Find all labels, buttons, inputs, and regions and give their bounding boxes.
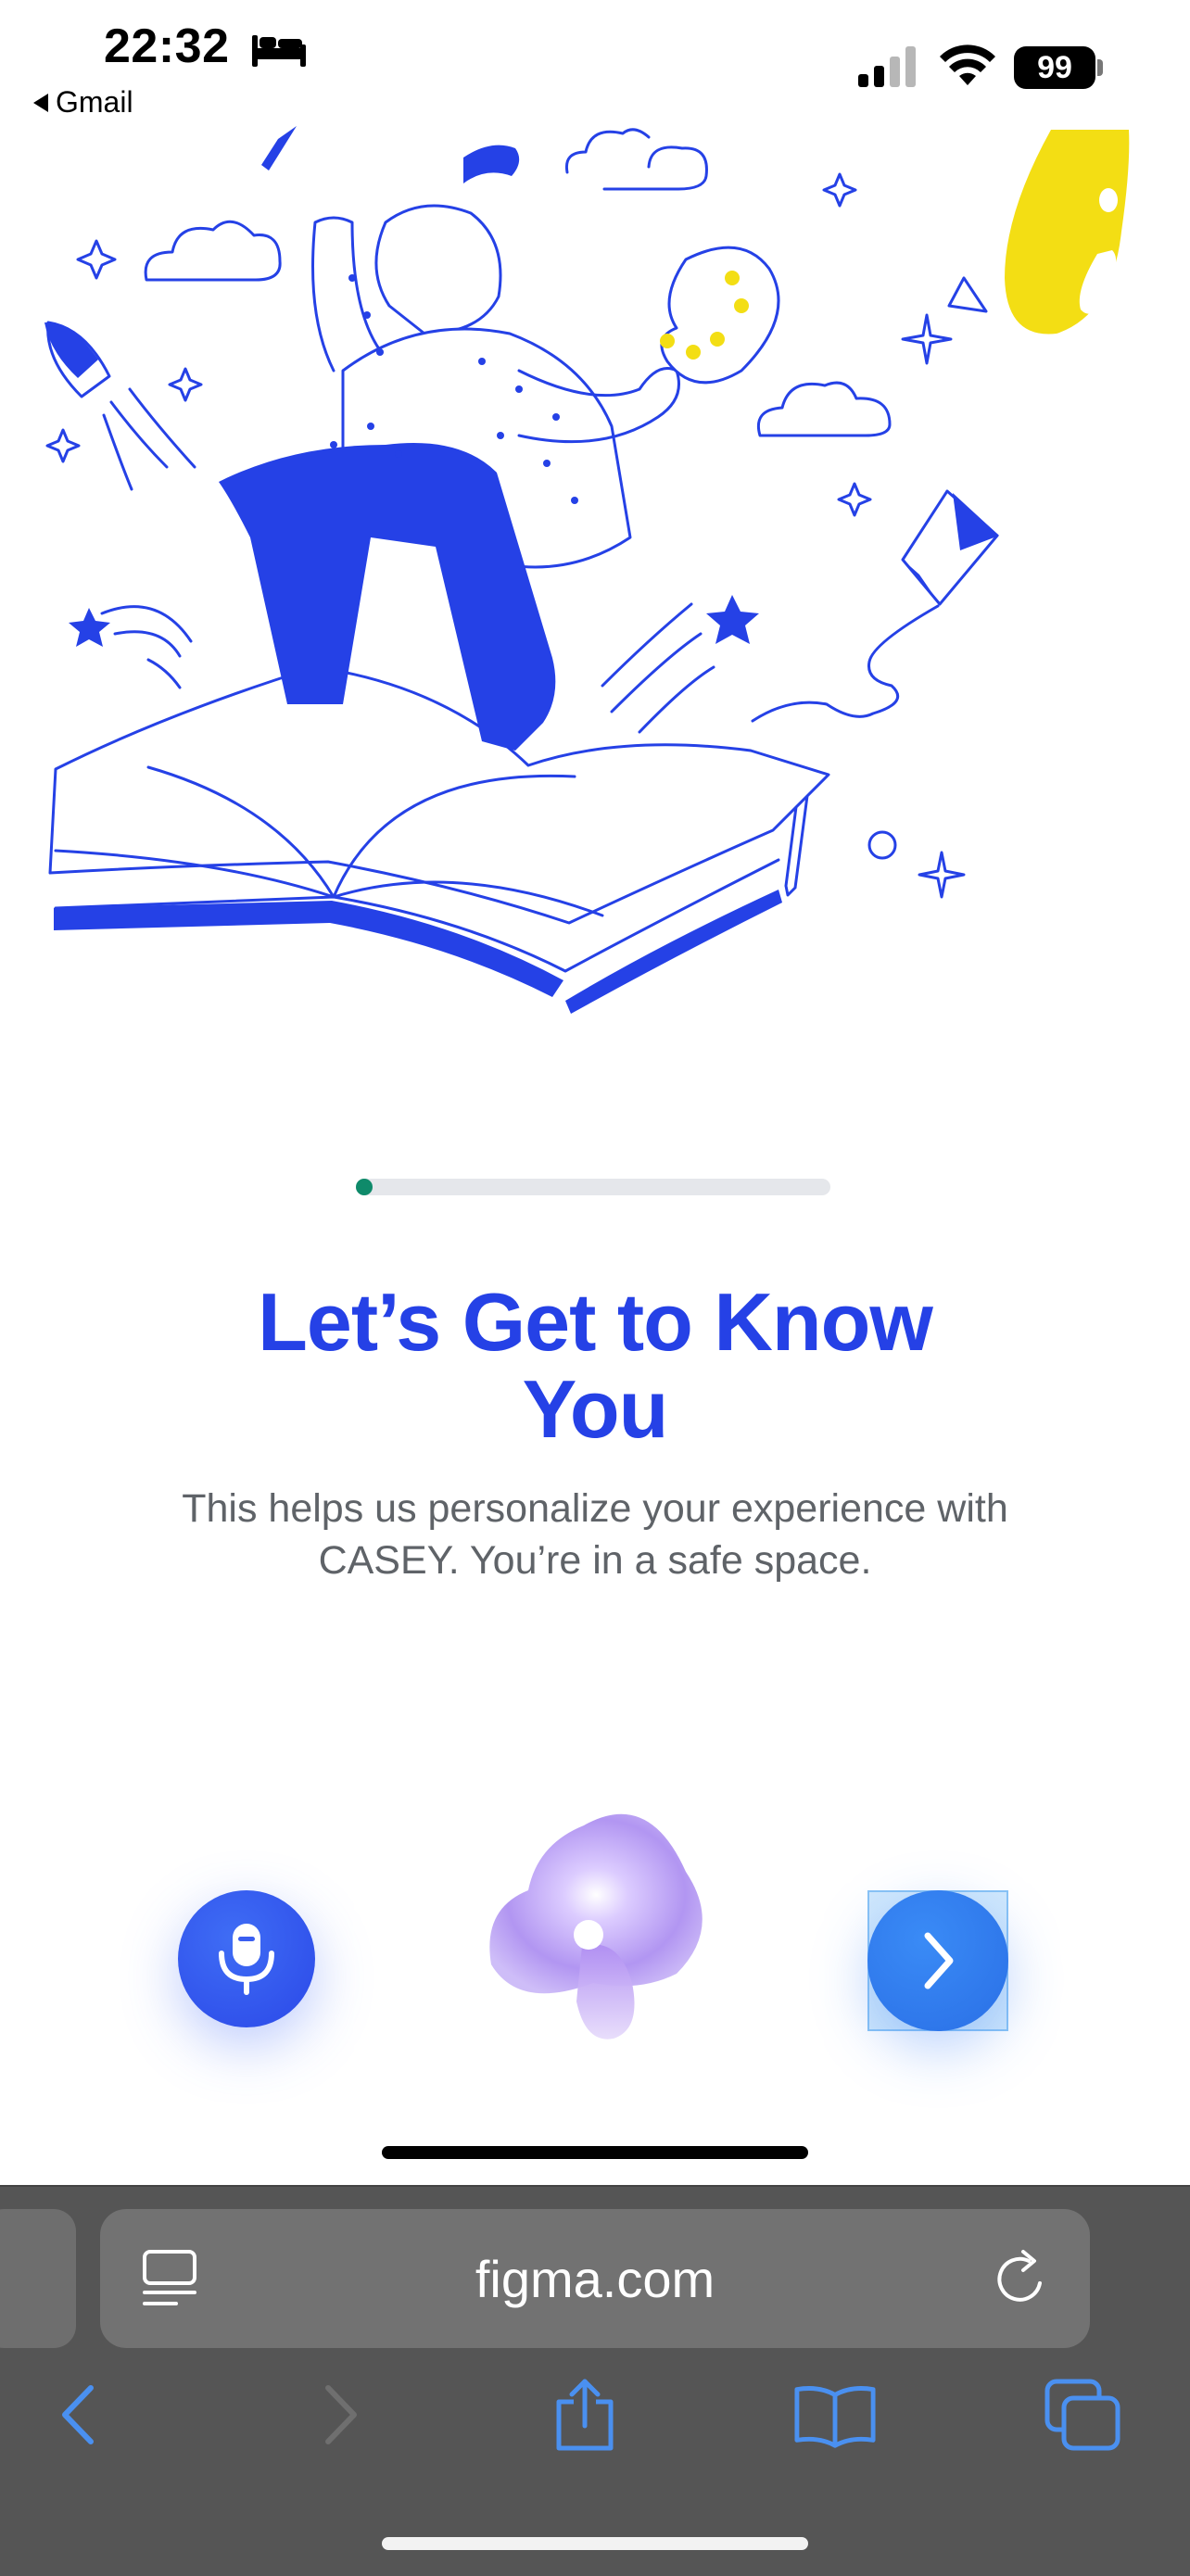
book-icon [794, 2386, 876, 2448]
next-button[interactable] [867, 1890, 1008, 2031]
battery-nub [1097, 59, 1103, 76]
share-button[interactable] [543, 2378, 627, 2452]
page-title: Let’s Get to Know You [132, 1279, 1058, 1453]
yellow-blob [1005, 130, 1130, 335]
subtitle-line-2: CASEY. You’re in a safe space. [318, 1538, 872, 1583]
status-time: 22:32 [104, 19, 230, 73]
page-menu-icon[interactable] [139, 2246, 200, 2311]
previous-tab-preview[interactable] [0, 2209, 76, 2348]
tabs-icon [1044, 2379, 1120, 2451]
chevron-right-icon [924, 1932, 954, 1989]
share-icon [556, 2379, 614, 2451]
home-indicator [382, 2537, 808, 2550]
progress-fill [356, 1179, 373, 1195]
subtitle-line-1: This helps us personalize your experienc… [182, 1486, 1008, 1531]
tabs-button[interactable] [1042, 2378, 1125, 2452]
cloud-shape [757, 381, 892, 437]
back-nav-button[interactable] [37, 2378, 120, 2452]
bookmarks-button[interactable] [793, 2378, 877, 2452]
title-line-2: You [522, 1363, 669, 1455]
onboarding-progress-bar [356, 1179, 830, 1195]
bed-icon [252, 35, 306, 67]
page-subtitle: This helps us personalize your experienc… [93, 1483, 1097, 1586]
forward-nav-button[interactable] [298, 2378, 382, 2452]
chevron-right-disabled-icon [325, 2385, 357, 2444]
back-app-label: Gmail [56, 85, 133, 119]
content-home-indicator [382, 2146, 808, 2159]
address-url[interactable]: figma.com [100, 2209, 1090, 2348]
cloud-shape [144, 220, 282, 282]
wifi-icon [940, 44, 995, 85]
microphone-icon [219, 1924, 274, 1995]
back-triangle-icon [33, 93, 48, 112]
signal-icon [858, 46, 916, 87]
casey-orb-icon [489, 1813, 703, 2039]
battery-indicator: 99 [1014, 46, 1095, 89]
back-to-app-link[interactable]: Gmail [33, 85, 133, 120]
reload-icon[interactable] [992, 2246, 1053, 2311]
microphone-button[interactable] [178, 1890, 315, 2027]
hero-illustration [44, 126, 1130, 1014]
title-line-1: Let’s Get to Know [258, 1276, 933, 1368]
cloud-shape [564, 128, 708, 191]
chevron-left-icon [62, 2385, 94, 2444]
